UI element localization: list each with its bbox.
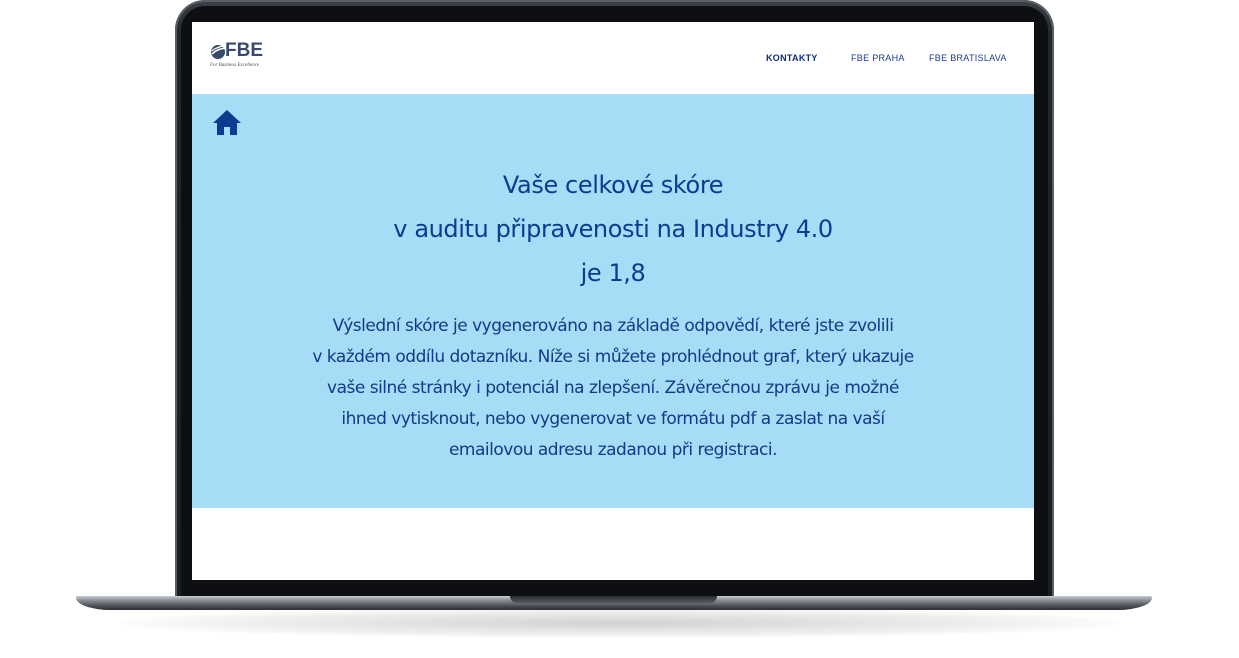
- home-button[interactable]: [211, 107, 243, 137]
- laptop-mockup: FBE For Business Excellence KONTAKTY FBE…: [0, 0, 1239, 658]
- logo-wordmark: FBE: [225, 40, 263, 61]
- fbe-logo[interactable]: FBE For Business Excellence: [210, 40, 280, 72]
- nav-fbe-bratislava[interactable]: FBE BRATISLAVA: [929, 53, 1007, 63]
- description-line: v každém oddílu dotazníku. Níže si můžet…: [312, 347, 914, 367]
- description-line: Výslední skóre je vygenerováno na základ…: [332, 316, 894, 336]
- nav-fbe-praha[interactable]: FBE PRAHA: [851, 53, 905, 63]
- score-title-line: Vaše celkové skóre: [502, 171, 724, 199]
- score-title-line: je 1,8: [580, 259, 646, 287]
- score-title: Vaše celkové skóre v auditu připravenost…: [192, 163, 1034, 295]
- home-icon: [213, 110, 241, 135]
- laptop-shadow: [120, 608, 1120, 638]
- logo-tagline: For Business Excellence: [210, 63, 260, 68]
- description-line: ihned vytisknout, nebo vygenerovat ve fo…: [341, 409, 885, 429]
- laptop-base-notch: [510, 596, 717, 603]
- score-title-line: v auditu připravenosti na Industry 4.0: [393, 215, 833, 243]
- description-line: emailovou adresu zadanou při registraci.: [448, 440, 778, 460]
- site-header: FBE For Business Excellence KONTAKTY FBE…: [192, 22, 1034, 94]
- globe-logo-icon: [211, 45, 226, 59]
- laptop-screen: FBE For Business Excellence KONTAKTY FBE…: [192, 22, 1034, 580]
- score-hero: Vaše celkové skóre v auditu připravenost…: [192, 94, 1034, 508]
- nav-kontakty[interactable]: KONTAKTY: [766, 53, 818, 63]
- score-description: Výslední skóre je vygenerováno na základ…: [272, 311, 954, 466]
- description-line: vaše silné stránky i potenciál na zlepše…: [327, 378, 899, 398]
